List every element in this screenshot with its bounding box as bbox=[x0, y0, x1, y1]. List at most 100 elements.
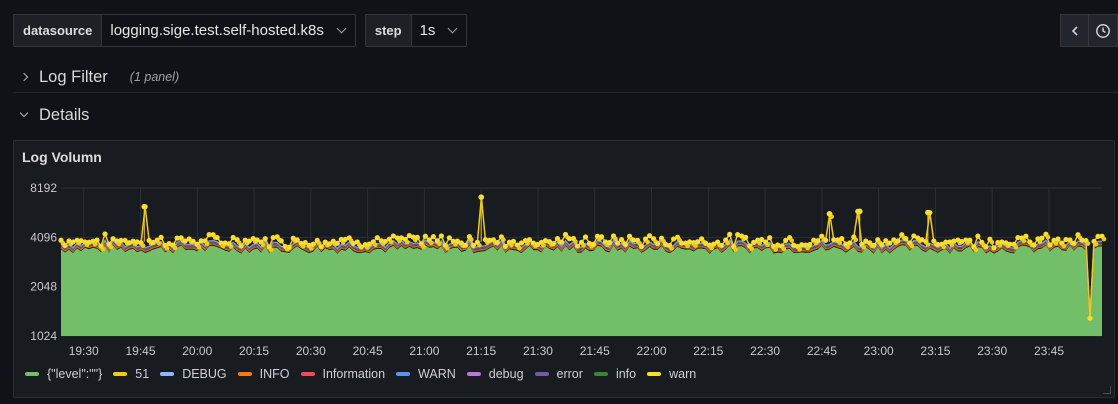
legend-item[interactable]: {"level":""} bbox=[25, 367, 102, 381]
template-variables: datasource logging.sige.test.self-hosted… bbox=[13, 14, 468, 47]
y-tick-label: 1024 bbox=[30, 329, 57, 343]
x-tick-label: 21:30 bbox=[523, 344, 553, 358]
log-volume-chart[interactable]: 8192 4096 2048 1024 19:30 19:45 20:00 20:15 20:3… bbox=[14, 141, 1116, 399]
spike-point bbox=[925, 209, 931, 216]
data-point bbox=[405, 239, 410, 245]
data-point bbox=[645, 239, 650, 245]
data-point bbox=[573, 239, 578, 244]
data-point bbox=[373, 242, 378, 248]
data-point bbox=[318, 244, 324, 250]
data-point bbox=[973, 247, 979, 253]
legend-swatch bbox=[25, 372, 39, 376]
data-point bbox=[606, 239, 613, 246]
data-point bbox=[430, 234, 436, 240]
legend-item[interactable]: WARN bbox=[396, 367, 456, 381]
data-point bbox=[581, 242, 586, 248]
x-tick-label: 20:45 bbox=[353, 344, 383, 358]
legend-item[interactable]: 51 bbox=[113, 367, 149, 381]
data-point bbox=[925, 242, 931, 247]
data-point bbox=[494, 239, 501, 246]
step-select[interactable]: 1s bbox=[411, 15, 467, 46]
data-point bbox=[895, 238, 901, 244]
data-point bbox=[871, 242, 877, 248]
data-point bbox=[389, 239, 394, 245]
datasource-select[interactable]: logging.sige.test.self-hosted.k8s bbox=[102, 15, 355, 46]
legend-label: error bbox=[556, 367, 583, 381]
legend-item[interactable]: DEBUG bbox=[160, 367, 227, 381]
legend-item[interactable]: info bbox=[593, 367, 636, 381]
data-point bbox=[260, 242, 266, 248]
series-area-level-empty bbox=[61, 245, 1102, 336]
y-tick-label: 4096 bbox=[30, 230, 57, 244]
data-point bbox=[727, 231, 733, 237]
legend-item[interactable]: Information bbox=[300, 367, 385, 381]
data-point bbox=[598, 234, 605, 240]
data-point bbox=[1039, 235, 1045, 241]
x-tick-label: 22:45 bbox=[807, 344, 837, 358]
time-controls bbox=[1060, 14, 1118, 47]
step-label: step bbox=[365, 15, 412, 46]
legend-item[interactable]: INFO bbox=[237, 367, 290, 381]
chart-legend: {"level":""} 51 DEBUG INFO Information WARN de… bbox=[25, 367, 707, 381]
legend-swatch bbox=[237, 372, 252, 376]
data-point bbox=[238, 243, 244, 249]
data-point bbox=[414, 234, 420, 240]
data-point bbox=[477, 242, 482, 248]
x-tick-label: 21:00 bbox=[409, 344, 439, 358]
data-point bbox=[108, 244, 114, 250]
data-point bbox=[1061, 243, 1067, 249]
data-point bbox=[172, 245, 178, 251]
y-tick-label: 8192 bbox=[30, 181, 57, 195]
legend-label: INFO bbox=[259, 367, 290, 381]
data-point bbox=[1053, 240, 1059, 246]
data-point bbox=[743, 234, 749, 240]
row-divider bbox=[13, 92, 1118, 93]
step-variable: step 1s bbox=[364, 14, 468, 47]
legend-label: 51 bbox=[135, 367, 150, 381]
legend-swatch bbox=[534, 372, 549, 376]
data-point bbox=[765, 242, 770, 248]
x-tick-label: 23:30 bbox=[977, 344, 1007, 358]
row-log-filter[interactable]: Log Filter (1 panel) bbox=[13, 61, 1118, 93]
data-point bbox=[1087, 315, 1093, 321]
data-point bbox=[550, 241, 557, 247]
data-point bbox=[1085, 241, 1091, 246]
data-point bbox=[879, 242, 885, 248]
row-details[interactable]: Details bbox=[13, 99, 1118, 131]
data-point bbox=[100, 246, 106, 252]
data-point bbox=[590, 241, 597, 247]
data-point bbox=[94, 237, 100, 243]
row-title: Log Filter bbox=[39, 67, 108, 86]
row-panel-count: (1 panel) bbox=[129, 70, 180, 84]
x-tick-label: 20:00 bbox=[182, 344, 212, 358]
data-point bbox=[861, 244, 867, 250]
data-point bbox=[975, 233, 981, 239]
x-tick-label: 23:45 bbox=[1034, 344, 1064, 358]
data-point bbox=[614, 240, 621, 246]
data-point bbox=[773, 247, 778, 252]
data-point bbox=[847, 240, 853, 246]
legend-label: {"level":""} bbox=[47, 367, 103, 381]
data-point bbox=[268, 247, 274, 253]
legend-item[interactable]: error bbox=[534, 367, 583, 381]
data-point bbox=[767, 235, 773, 241]
legend-label: DEBUG bbox=[182, 367, 227, 381]
chevron-right-icon bbox=[19, 72, 29, 82]
x-tick-label: 22:00 bbox=[637, 344, 667, 358]
data-point bbox=[278, 238, 284, 244]
legend-item[interactable]: debug bbox=[466, 367, 524, 381]
time-picker-button[interactable] bbox=[1089, 14, 1118, 47]
data-point bbox=[334, 240, 340, 246]
legend-swatch bbox=[396, 372, 411, 376]
data-point bbox=[1055, 236, 1061, 242]
resize-handle[interactable] bbox=[1103, 386, 1111, 394]
legend-swatch bbox=[300, 372, 315, 376]
data-point bbox=[517, 245, 522, 251]
data-point bbox=[214, 234, 220, 241]
time-back-button[interactable] bbox=[1060, 14, 1089, 47]
spike-point bbox=[826, 211, 833, 217]
legend-swatch bbox=[113, 372, 128, 376]
legend-item[interactable]: warn bbox=[647, 367, 696, 381]
legend-label: debug bbox=[488, 367, 524, 381]
data-point bbox=[286, 244, 292, 250]
